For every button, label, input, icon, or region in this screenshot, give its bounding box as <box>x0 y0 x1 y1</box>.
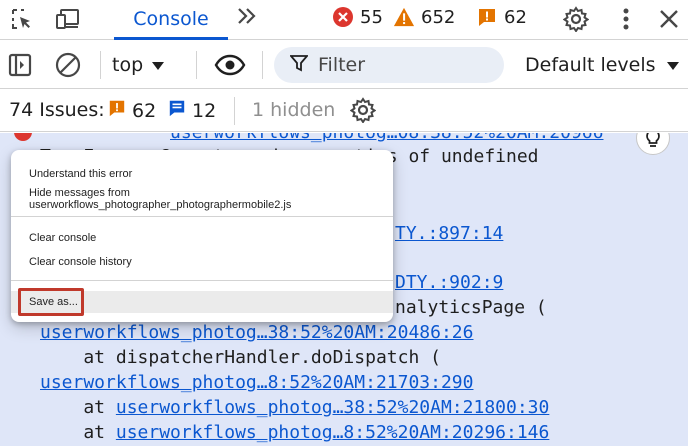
error-icon <box>332 6 354 28</box>
menu-item-clear-console-history[interactable]: Clear console history <box>11 251 393 273</box>
error-counter[interactable]: 55 <box>332 6 383 28</box>
sidebar-toggle-icon[interactable] <box>5 50 35 80</box>
stack-link[interactable]: userworkflows_photog…38:52%20AM:20486:26 <box>40 321 473 345</box>
issues-divider <box>234 97 235 125</box>
stack-link[interactable]: userworkflows_photog…38:52%20AM:21800:30 <box>116 397 549 418</box>
log-link[interactable]: userworkflows_photog…08:38:52%20AM:20966 <box>170 133 603 145</box>
stack-link[interactable]: TY.:897:14 <box>395 222 503 246</box>
error-count: 55 <box>360 6 383 28</box>
lightbulb-icon[interactable] <box>636 133 670 155</box>
stack-link[interactable]: userworkflows_photog…8:52%20AM:21703:290 <box>40 371 473 395</box>
stack-frame: at dispatcherHandler.doDispatch ( <box>40 347 441 368</box>
stack-link[interactable]: userworkflows_photog…8:52%20AM:20296:146 <box>116 422 549 443</box>
issues-info-count[interactable]: 12 <box>168 99 216 122</box>
close-icon[interactable] <box>654 4 684 34</box>
dropdown-triangle-icon <box>666 54 680 76</box>
device-toolbar-icon[interactable] <box>52 4 84 34</box>
context-menu: Understand this error Hide messages from… <box>11 150 393 322</box>
gear-icon[interactable] <box>561 4 591 34</box>
issue-flag-icon <box>476 6 498 28</box>
log-levels-label: Default levels <box>525 54 656 76</box>
eye-icon[interactable] <box>212 50 248 80</box>
issue-flag-icon <box>108 99 126 122</box>
vertical-dots-icon[interactable] <box>611 4 641 34</box>
menu-item-hide-messages[interactable]: Hide messages from userworkflows_photogr… <box>11 187 393 211</box>
menu-separator <box>11 280 393 281</box>
menu-separator <box>11 216 393 217</box>
issue-count: 62 <box>504 6 527 28</box>
context-value: top <box>112 54 144 76</box>
filter-funnel-icon <box>289 54 309 76</box>
console-toolbar: top Default levels <box>0 41 688 89</box>
warning-counter[interactable]: 652 <box>393 6 455 28</box>
issue-counter[interactable]: 62 <box>476 6 527 28</box>
toolbar-divider <box>100 51 101 79</box>
menu-item-clear-console[interactable]: Clear console <box>11 227 393 249</box>
stack-frame: at userworkflows_photog…8:52%20AM:20296:… <box>40 422 550 443</box>
double-chevron-right-icon[interactable] <box>234 3 260 35</box>
info-message-icon <box>168 99 186 122</box>
stack-frame: at userworkflows_photog…38:52%20AM:21800… <box>40 397 550 418</box>
issues-label: 74 Issues: <box>9 99 105 121</box>
element-picker-icon[interactable] <box>6 4 38 34</box>
gear-icon[interactable] <box>348 95 378 125</box>
issues-bar: 74 Issues: 62 12 1 hidden <box>0 90 688 132</box>
toolbar-divider <box>262 51 263 79</box>
stack-link[interactable]: DTY.:902:9 <box>395 271 503 295</box>
issues-warning-count[interactable]: 62 <box>108 99 156 122</box>
warning-count: 652 <box>421 6 456 28</box>
hidden-issues-count[interactable]: 1 hidden <box>252 99 335 121</box>
warning-icon <box>393 6 415 28</box>
filter-input[interactable] <box>318 54 478 76</box>
menu-item-understand-error[interactable]: Understand this error <box>11 163 393 185</box>
clear-console-icon[interactable] <box>53 50 83 80</box>
context-selector[interactable]: top <box>112 51 165 79</box>
devtools-tab-bar: Console 55 652 62 <box>0 0 688 40</box>
dropdown-triangle-icon <box>151 54 165 76</box>
log-levels-dropdown[interactable]: Default levels <box>525 51 680 79</box>
stack-frame: nalyticsPage ( <box>395 297 547 318</box>
toolbar-divider <box>196 51 197 79</box>
filter-field[interactable] <box>274 47 504 83</box>
error-icon <box>14 133 32 141</box>
save-as-highlight-box <box>18 288 84 316</box>
tab-console[interactable]: Console <box>114 0 228 40</box>
